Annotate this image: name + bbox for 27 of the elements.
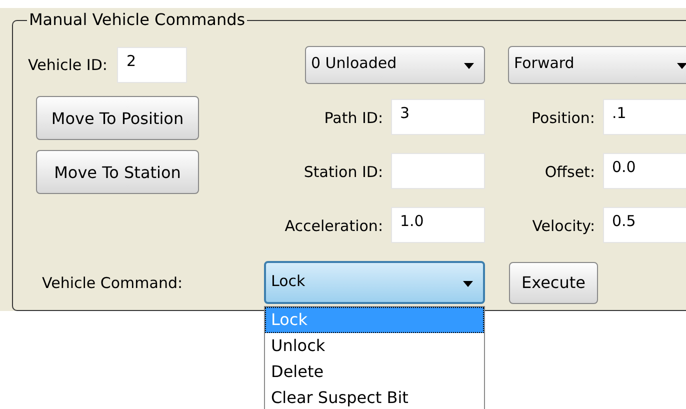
input-field[interactable]: 1.0	[391, 207, 485, 243]
dropdown-option[interactable]: Clear Suspect Bit	[265, 385, 484, 409]
vehicle-id-field[interactable]: 2	[117, 46, 188, 82]
input-field[interactable]: 0.5	[603, 207, 686, 243]
vehicle-command-label: Vehicle Command:	[41, 274, 184, 292]
vehicle-id-label: Vehicle ID:	[28, 56, 108, 74]
command-button[interactable]: Move To Position	[36, 96, 199, 140]
field-label: Station ID:	[304, 163, 384, 181]
caret-icon	[464, 63, 474, 69]
caret-icon	[463, 280, 473, 286]
field-label: Velocity:	[532, 217, 596, 235]
load-state-dropdown[interactable]: 0 Unloaded	[305, 46, 485, 84]
input-field[interactable]: 3	[391, 99, 485, 135]
dropdown-option[interactable]: Delete	[265, 359, 484, 385]
field-label: Path ID:	[324, 109, 384, 127]
input-field[interactable]	[391, 153, 485, 189]
command-button[interactable]: Move To Station	[36, 150, 199, 194]
field-label: Offset:	[544, 163, 596, 181]
field-label: Position:	[532, 109, 596, 127]
input-field[interactable]: 0.0	[603, 153, 686, 189]
direction-dropdown[interactable]: Forward	[508, 46, 686, 84]
input-field[interactable]: .1	[603, 99, 686, 135]
vehicle-command-dropdown[interactable]: Lock	[264, 261, 485, 304]
caret-icon	[677, 63, 686, 69]
execute-button[interactable]: Execute	[509, 262, 598, 304]
dropdown-option[interactable]: Unlock	[265, 333, 484, 359]
field-label: Acceleration:	[284, 217, 384, 235]
